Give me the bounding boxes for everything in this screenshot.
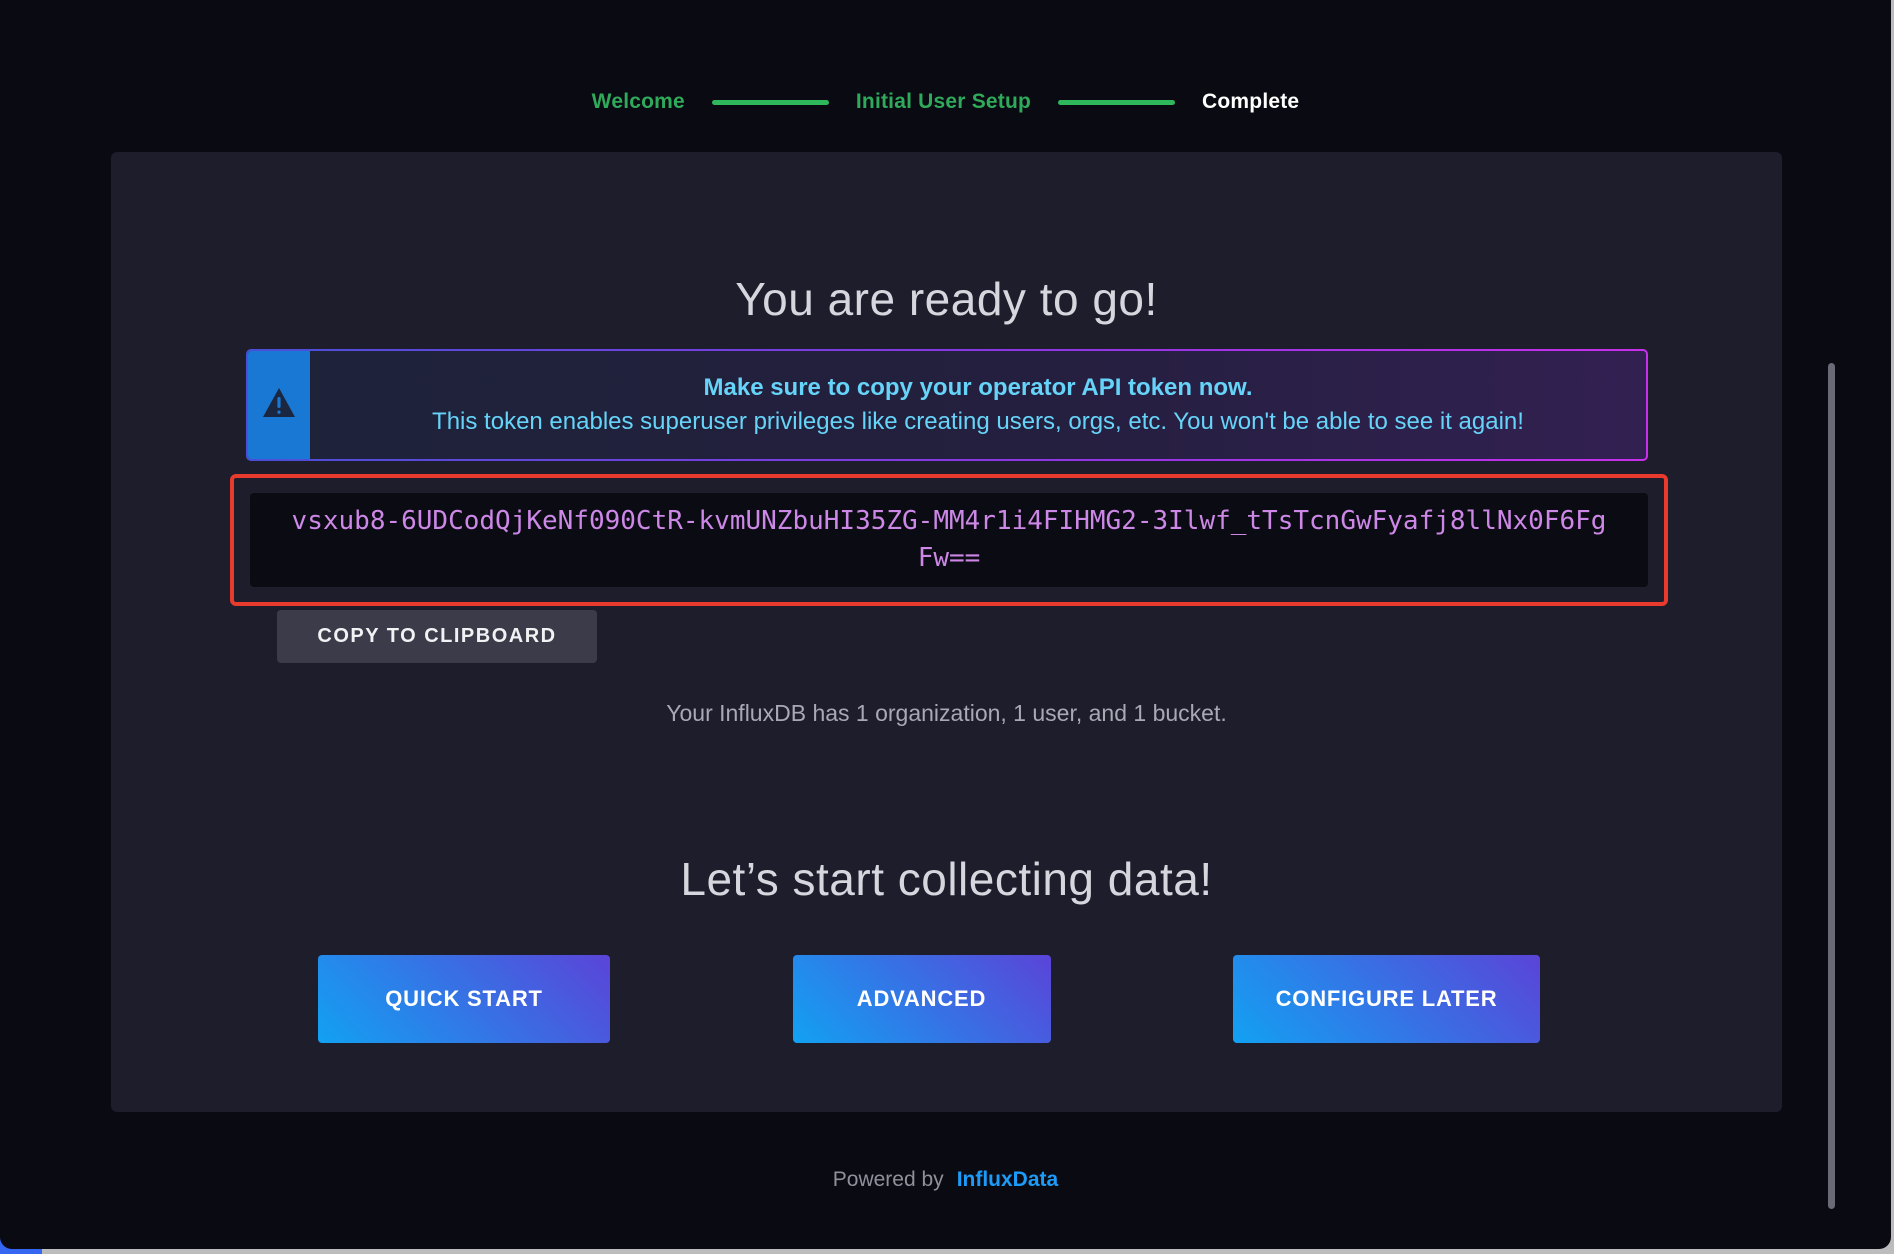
warning-message: Make sure to copy your operator API toke… bbox=[310, 351, 1646, 459]
step-complete: Complete bbox=[1202, 90, 1299, 114]
advanced-button[interactable]: ADVANCED bbox=[793, 955, 1051, 1043]
configure-later-button[interactable]: CONFIGURE LATER bbox=[1233, 955, 1540, 1043]
page-title: You are ready to go! bbox=[111, 272, 1782, 326]
cta-title: Let’s start collecting data! bbox=[111, 852, 1782, 906]
influxdata-link[interactable]: InfluxData bbox=[957, 1168, 1059, 1192]
step-connector-line bbox=[712, 100, 829, 105]
next-step-actions: QUICK START ADVANCED CONFIGURE LATER bbox=[318, 955, 1540, 1043]
setup-wizard-page: Welcome Initial User Setup Complete You … bbox=[0, 0, 1891, 1249]
wizard-stepper: Welcome Initial User Setup Complete bbox=[0, 84, 1891, 120]
panel-scrollbar[interactable] bbox=[1828, 363, 1835, 1209]
api-token-box: vsxub8-6UDCodQjKeNf090CtR-kvmUNZbuHI35ZG… bbox=[250, 493, 1648, 587]
resources-summary-text: Your InfluxDB has 1 organization, 1 user… bbox=[111, 700, 1782, 727]
warning-headline: Make sure to copy your operator API toke… bbox=[340, 371, 1616, 405]
warning-icon-cell bbox=[248, 351, 310, 459]
completion-panel: You are ready to go! Mak bbox=[111, 152, 1782, 1112]
api-token-value: vsxub8-6UDCodQjKeNf090CtR-kvmUNZbuHI35ZG… bbox=[285, 503, 1613, 577]
screen: Welcome Initial User Setup Complete You … bbox=[0, 0, 1894, 1254]
warning-triangle-icon bbox=[262, 387, 296, 424]
step-initial-user-setup: Initial User Setup bbox=[856, 90, 1031, 114]
step-connector-line bbox=[1058, 100, 1175, 105]
quick-start-button[interactable]: QUICK START bbox=[318, 955, 610, 1043]
step-welcome: Welcome bbox=[592, 90, 685, 114]
powered-by-label: Powered by bbox=[833, 1168, 944, 1192]
warning-body: This token enables superuser privileges … bbox=[340, 405, 1616, 439]
copy-to-clipboard-button[interactable]: COPY TO CLIPBOARD bbox=[277, 610, 597, 663]
footer: Powered by InfluxData bbox=[0, 1168, 1891, 1192]
api-token-warning-callout: Make sure to copy your operator API toke… bbox=[246, 349, 1648, 461]
token-highlight-annotation: vsxub8-6UDCodQjKeNf090CtR-kvmUNZbuHI35ZG… bbox=[230, 474, 1668, 606]
